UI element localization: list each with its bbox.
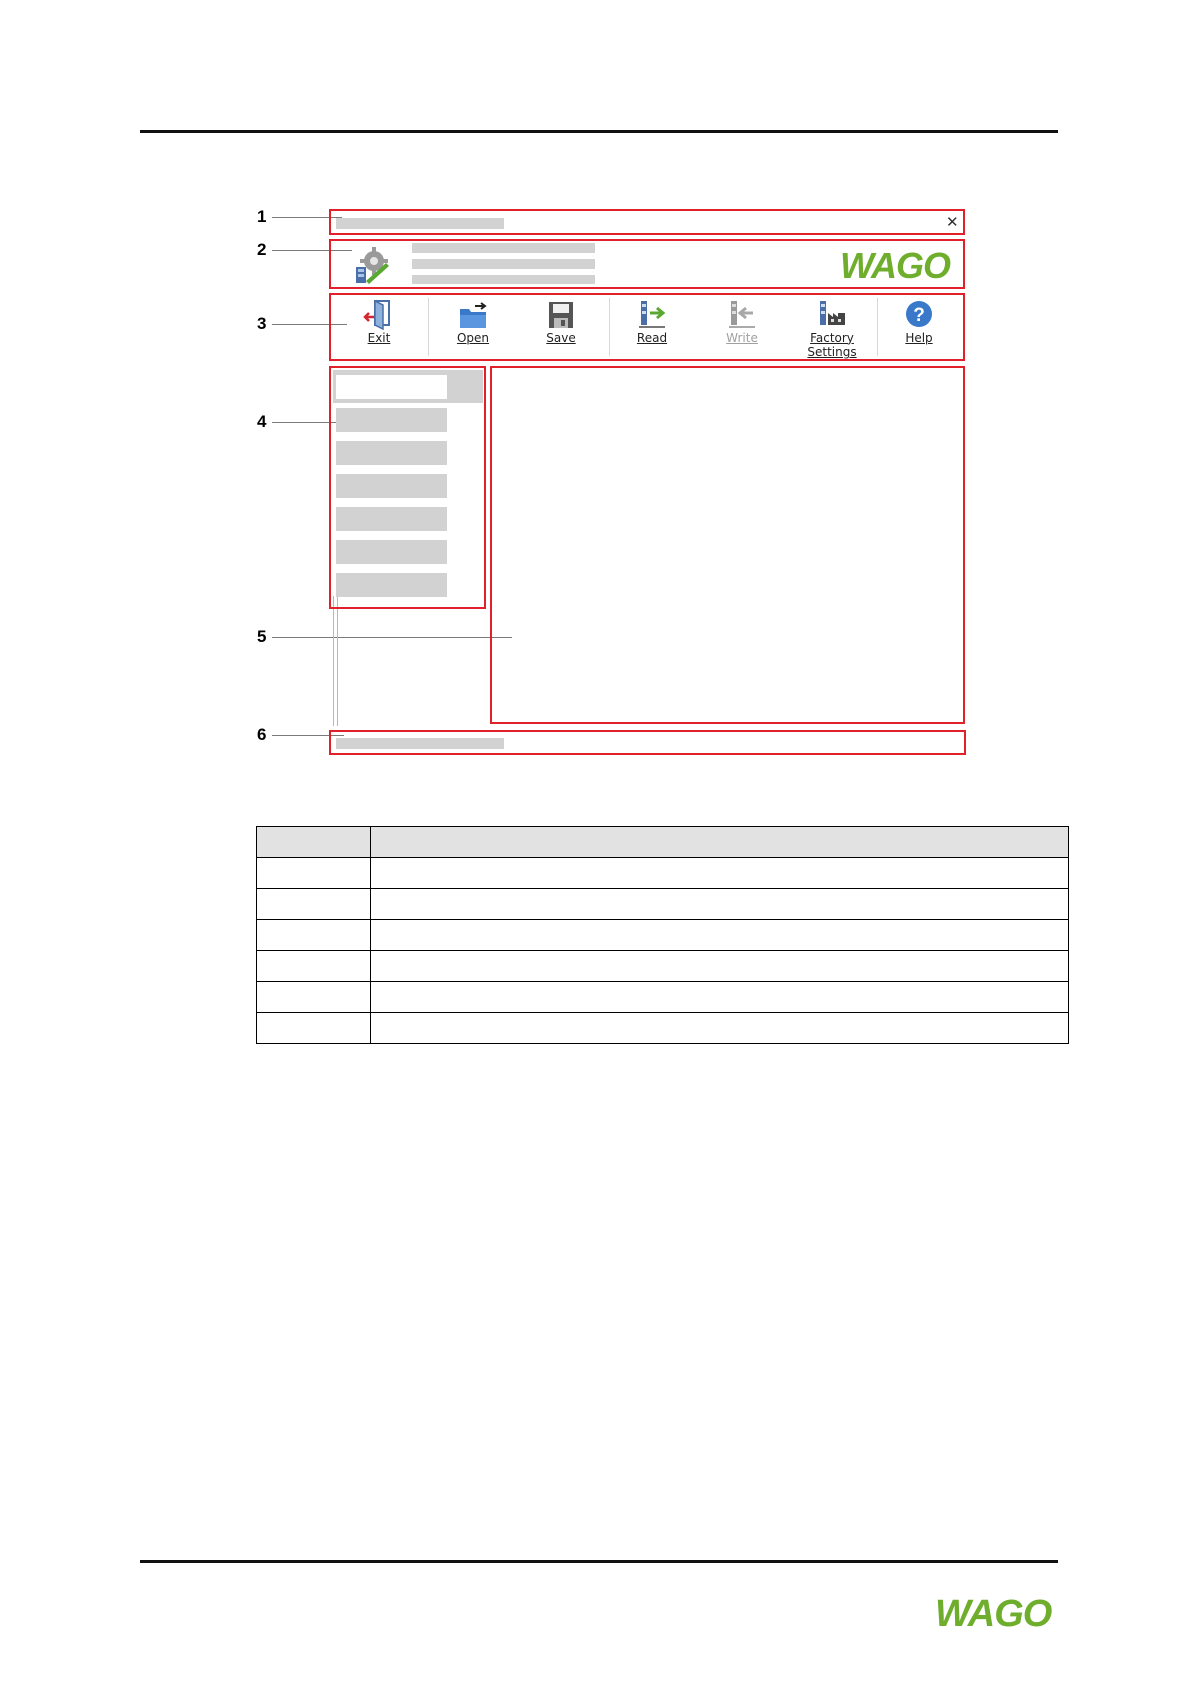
help-button[interactable]: ? Help [879,297,959,359]
legend-table [256,826,1069,1044]
header-line-1-placeholder [412,243,595,253]
svg-text:?: ? [913,305,925,326]
callout-5: 5 [257,627,267,646]
open-button[interactable]: Open [433,297,513,359]
help-icon: ? [906,301,932,327]
toolbar-separator [877,298,878,356]
factory-settings-button[interactable]: Factory Settings [792,297,872,359]
status-bar-text-placeholder [336,738,504,749]
save-button[interactable]: Save [521,297,601,359]
header-line-2-placeholder [412,259,595,269]
window-left-frame [333,596,338,726]
close-icon[interactable]: ✕ [946,213,959,231]
table-row [256,888,1069,920]
callout-3: 3 [257,314,267,333]
nav-item-selected[interactable] [336,375,447,399]
help-label: Help [905,331,933,345]
exit-icon [363,299,390,331]
nav-item[interactable] [336,507,447,531]
wago-logo: WAGO [840,245,952,285]
svg-text:WAGO: WAGO [840,245,951,285]
table-row [256,981,1069,1013]
factory-settings-label: Factory Settings [807,331,857,359]
read-label: Read [636,331,668,345]
title-bar-text-placeholder [336,218,504,229]
floppy-disk-icon [549,302,573,328]
read-button[interactable]: Read [612,297,692,359]
callout-6: 6 [257,725,267,744]
factory-icon [820,301,845,325]
callout-2: 2 [257,240,267,259]
nav-item[interactable] [336,540,447,564]
write-button[interactable]: Write [702,297,782,359]
nav-item[interactable] [336,408,447,432]
footer-wago-logo: WAGO [935,1593,1053,1634]
table-row [256,857,1069,889]
folder-open-icon [460,302,487,328]
read-device-icon [639,301,666,328]
toolbar-separator [609,298,610,356]
exit-button[interactable]: Exit [339,297,419,359]
write-label: Write [726,331,758,345]
callout-1: 1 [257,207,267,226]
header-rule [140,130,1058,133]
content-area [490,366,965,724]
callout-4: 4 [257,412,267,431]
table-header-row [256,826,1069,858]
nav-item[interactable] [336,573,447,597]
footer-rule [140,1560,1058,1563]
table-row [256,950,1069,982]
svg-text:WAGO: WAGO [935,1593,1052,1634]
toolbar-separator [428,298,429,356]
callout-line-5 [272,637,512,638]
header-line-3-placeholder [412,275,595,284]
table-row [256,1012,1069,1044]
open-label: Open [456,331,490,345]
table-row [256,919,1069,951]
save-label: Save [546,331,576,345]
nav-item[interactable] [336,474,447,498]
nav-item[interactable] [336,441,447,465]
settings-tool-icon [356,247,389,284]
write-device-icon [729,301,755,328]
exit-label: Exit [367,331,391,345]
